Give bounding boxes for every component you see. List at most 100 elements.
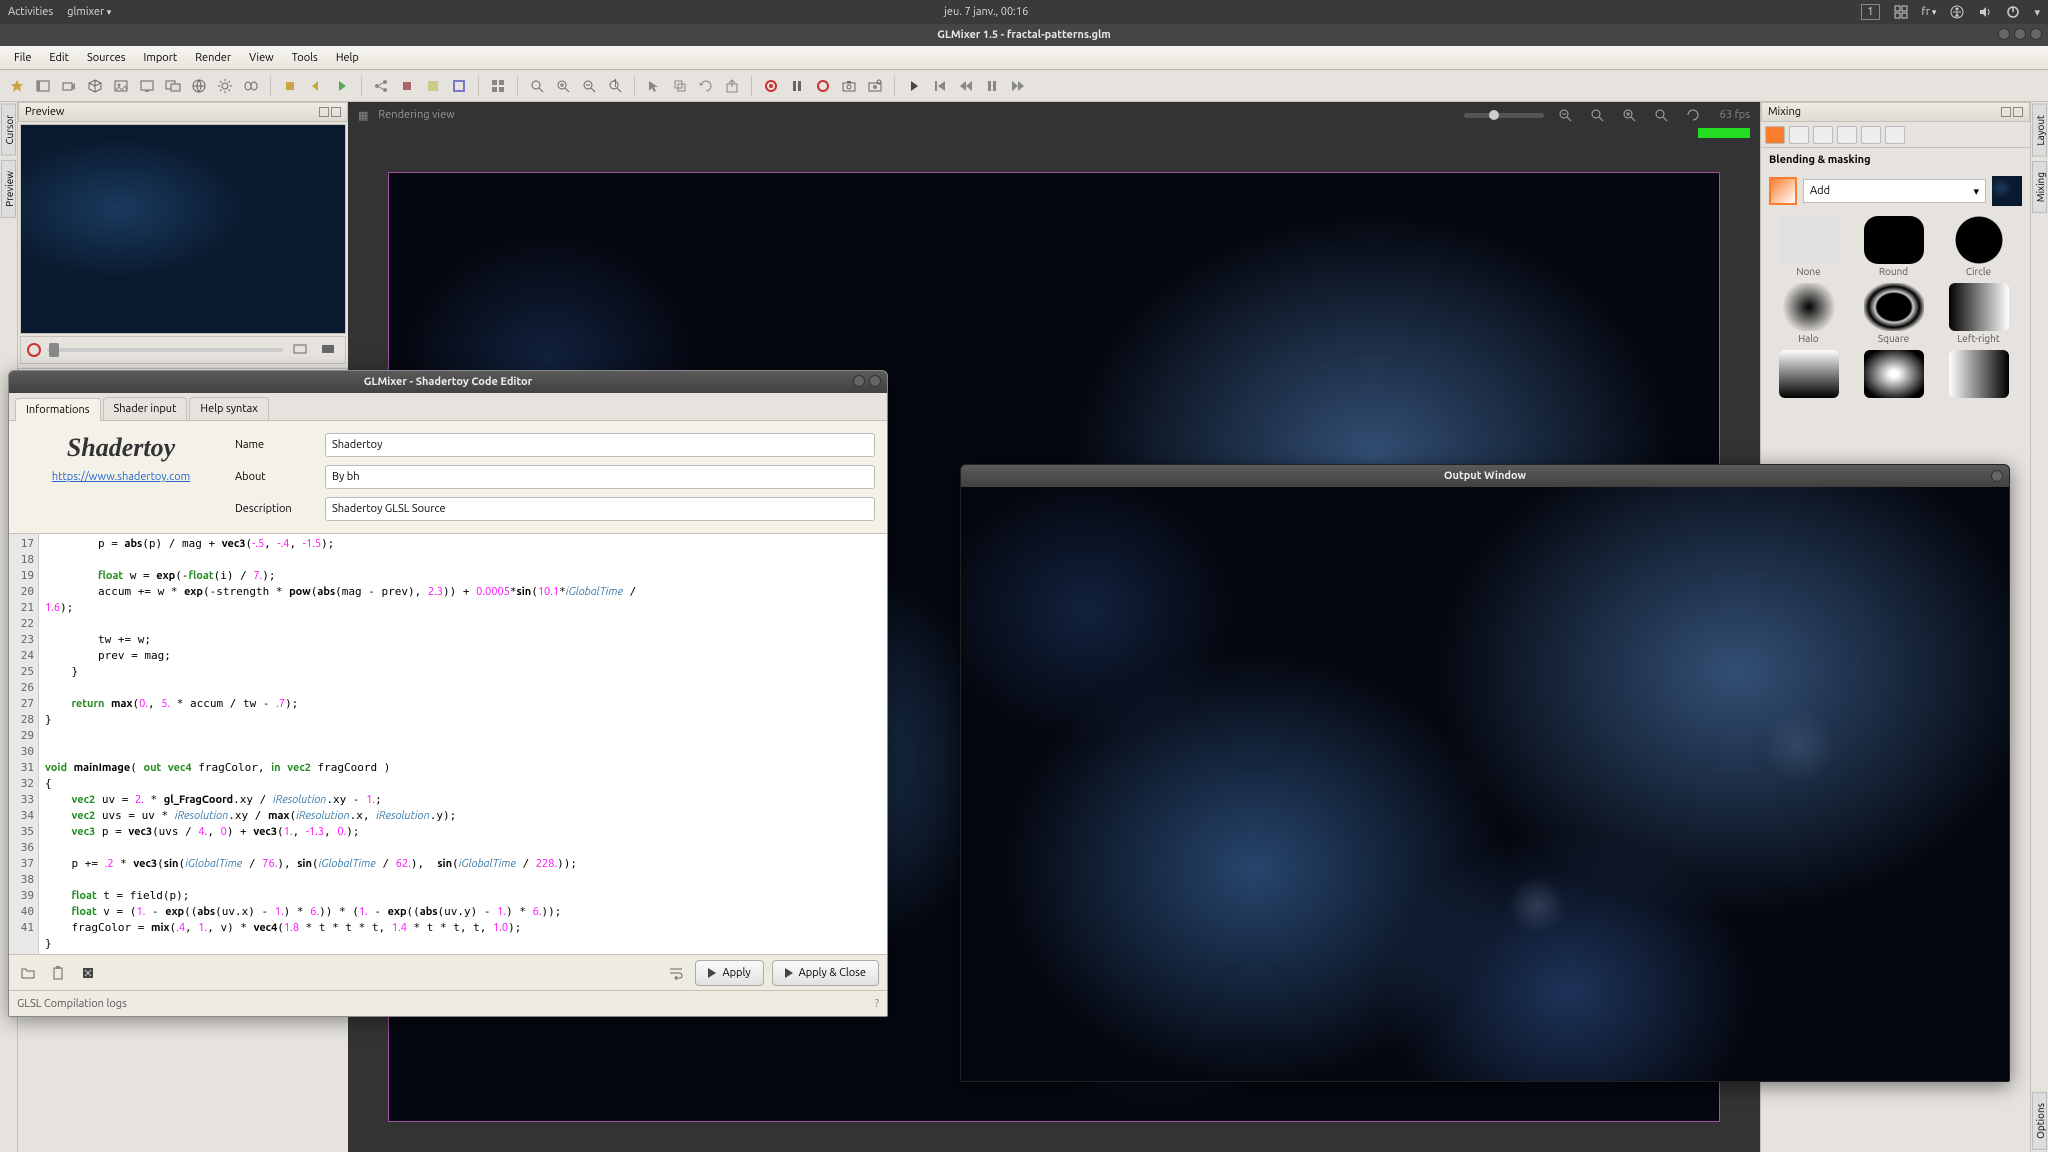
pause-icon[interactable]: [786, 75, 808, 97]
clear-icon[interactable]: [77, 962, 99, 984]
menu-import[interactable]: Import: [136, 49, 186, 67]
zoom-in-icon[interactable]: [552, 75, 574, 97]
tab-informations[interactable]: Informations: [15, 398, 101, 421]
clock[interactable]: jeu. 7 janv., 00:16: [111, 6, 1861, 18]
blend-mode-select[interactable]: Add▾: [1803, 179, 1986, 203]
dock3-icon[interactable]: [2001, 107, 2011, 117]
activities-button[interactable]: Activities: [8, 6, 53, 18]
menu-sources[interactable]: Sources: [79, 49, 134, 67]
camera-icon[interactable]: [58, 75, 80, 97]
tab-shader-input[interactable]: Shader input: [103, 397, 188, 420]
zoom-out-icon[interactable]: [578, 75, 600, 97]
about-input[interactable]: [325, 465, 875, 489]
menu-help[interactable]: Help: [328, 49, 367, 67]
media-icon[interactable]: [32, 75, 54, 97]
vtab-mixing[interactable]: Mixing: [2032, 161, 2047, 213]
desc-input[interactable]: [325, 497, 875, 521]
rzoom-in-icon[interactable]: [1618, 104, 1640, 126]
menu-render[interactable]: Render: [187, 49, 239, 67]
lang-indicator[interactable]: fr: [1922, 6, 1937, 18]
window-icon[interactable]: [162, 75, 184, 97]
zoom-100-icon[interactable]: 1: [604, 75, 626, 97]
mix-tab-6[interactable]: [1885, 126, 1905, 144]
vtab-layout[interactable]: Layout: [2032, 104, 2047, 157]
fullscreen-icon[interactable]: [317, 339, 339, 361]
menu-view[interactable]: View: [241, 49, 282, 67]
a11y-icon[interactable]: [1950, 5, 1964, 19]
cube-icon[interactable]: [84, 75, 106, 97]
tab-help-syntax[interactable]: Help syntax: [189, 397, 268, 420]
select-icon[interactable]: [643, 75, 665, 97]
clone-icon[interactable]: [669, 75, 691, 97]
code-editor[interactable]: 17 18 19 20 21 22 23 24 25 26 27 28 29 3…: [9, 534, 887, 954]
snapshot-icon[interactable]: [838, 75, 860, 97]
mask-halo[interactable]: Halo: [1769, 283, 1848, 344]
dlg-close-button[interactable]: [869, 375, 881, 387]
rrefresh-icon[interactable]: [1682, 104, 1704, 126]
mask-leftright[interactable]: Left-right: [1939, 283, 2018, 344]
minimize-button[interactable]: [1998, 28, 2010, 40]
rec-preview-icon[interactable]: [27, 343, 41, 357]
prev-icon[interactable]: [929, 75, 951, 97]
badge-indicator[interactable]: 1: [1861, 4, 1879, 20]
dropdown-icon[interactable]: ▾: [2034, 6, 2040, 19]
maximize-button[interactable]: [2014, 28, 2026, 40]
rewind-icon[interactable]: [955, 75, 977, 97]
link-icon[interactable]: [240, 75, 262, 97]
blend-preset-icon[interactable]: [1769, 177, 1797, 205]
zoom-fit-icon[interactable]: [526, 75, 548, 97]
mask-g2[interactable]: [1854, 350, 1933, 400]
clipboard-icon[interactable]: [47, 962, 69, 984]
open-file-icon[interactable]: [17, 962, 39, 984]
dialog-titlebar[interactable]: GLMixer - Shadertoy Code Editor: [9, 371, 887, 393]
crop-icon[interactable]: [448, 75, 470, 97]
image-icon[interactable]: [110, 75, 132, 97]
new-source-icon[interactable]: [6, 75, 28, 97]
workspace-icon[interactable]: [1894, 5, 1908, 19]
stop2-icon[interactable]: [396, 75, 418, 97]
play-icon[interactable]: [331, 75, 353, 97]
apply-close-button[interactable]: Apply & Close: [772, 960, 879, 986]
share-icon[interactable]: [370, 75, 392, 97]
mask-circle[interactable]: Circle: [1939, 216, 2018, 277]
record-icon[interactable]: [760, 75, 782, 97]
mix-tab-2[interactable]: [1789, 126, 1809, 144]
rzoom-out-icon[interactable]: [1554, 104, 1576, 126]
mask-g3[interactable]: [1939, 350, 2018, 400]
mix-tab-5[interactable]: [1861, 126, 1881, 144]
preview-slider[interactable]: [47, 348, 283, 352]
render-zoom-slider[interactable]: [1464, 113, 1544, 118]
vtab-options[interactable]: Options: [2032, 1092, 2047, 1150]
mask-square[interactable]: Square: [1854, 283, 1933, 344]
mask-none[interactable]: None: [1769, 216, 1848, 277]
grid-icon[interactable]: [487, 75, 509, 97]
output-titlebar[interactable]: Output Window: [961, 465, 2009, 487]
power-icon[interactable]: [2006, 5, 2020, 19]
help-icon[interactable]: ?: [875, 998, 879, 1010]
web-icon[interactable]: [188, 75, 210, 97]
menu-tools[interactable]: Tools: [284, 49, 326, 67]
mask-g1[interactable]: [1769, 350, 1848, 400]
rzoom-fit-icon[interactable]: [1650, 104, 1672, 126]
rec2-icon[interactable]: [812, 75, 834, 97]
stop-icon[interactable]: [279, 75, 301, 97]
gear-icon[interactable]: [214, 75, 236, 97]
volume-icon[interactable]: [1978, 5, 1992, 19]
close-panel-icon[interactable]: [331, 107, 341, 117]
rotate-icon[interactable]: [695, 75, 717, 97]
screen-icon[interactable]: [136, 75, 158, 97]
play2-icon[interactable]: [903, 75, 925, 97]
dock-icon[interactable]: [319, 107, 329, 117]
display-icon[interactable]: [289, 339, 311, 361]
mask-round[interactable]: Round: [1854, 216, 1933, 277]
export-icon[interactable]: [721, 75, 743, 97]
close-button[interactable]: [2030, 28, 2042, 40]
note-icon[interactable]: [422, 75, 444, 97]
menu-file[interactable]: File: [6, 49, 39, 67]
snapshot2-icon[interactable]: [864, 75, 886, 97]
rzoom-100-icon[interactable]: [1586, 104, 1608, 126]
mix-tab-4[interactable]: [1837, 126, 1857, 144]
code-area[interactable]: p = abs(p) / mag + vec3(-.5, -.4, -1.5);…: [39, 534, 887, 954]
output-close-button[interactable]: [1991, 470, 2003, 482]
mix-tab-blend[interactable]: [1765, 126, 1785, 144]
